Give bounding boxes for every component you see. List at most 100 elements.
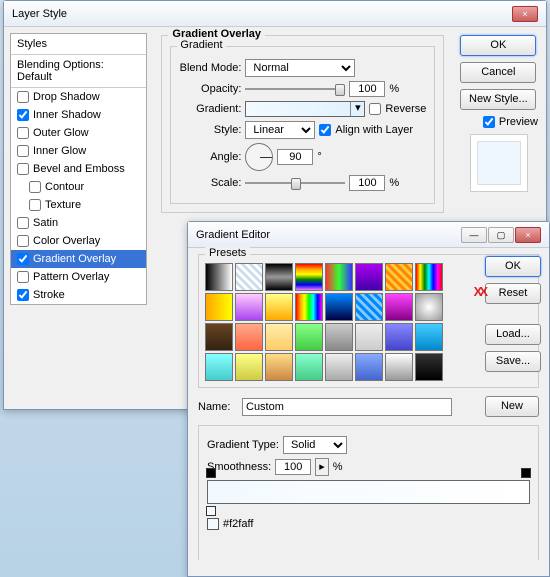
preset-swatch[interactable] (265, 263, 293, 291)
reverse-label: Reverse (385, 103, 426, 115)
scale-slider[interactable] (245, 175, 345, 191)
preset-swatch[interactable] (385, 293, 413, 321)
blend-mode-label: Blend Mode: (179, 62, 241, 74)
preset-swatch[interactable] (235, 293, 263, 321)
preset-swatch[interactable] (415, 353, 443, 381)
style-item-drop-shadow[interactable]: Drop Shadow (11, 88, 146, 106)
preset-swatch[interactable] (325, 353, 353, 381)
style-item-pattern-overlay[interactable]: Pattern Overlay (11, 268, 146, 286)
style-select[interactable]: Linear (245, 121, 315, 139)
checkbox[interactable] (17, 127, 29, 139)
checkbox[interactable] (17, 289, 29, 301)
style-item-bevel[interactable]: Bevel and Emboss (11, 160, 146, 178)
checkbox[interactable] (17, 163, 29, 175)
preset-swatch[interactable] (205, 263, 233, 291)
preset-swatch[interactable] (265, 323, 293, 351)
smoothness-value[interactable]: 100 (275, 459, 311, 475)
reset-button[interactable]: Reset (485, 283, 541, 304)
save-button[interactable]: Save... (485, 351, 541, 372)
preset-swatch[interactable] (325, 323, 353, 351)
styles-header[interactable]: Styles (11, 34, 146, 55)
blending-options[interactable]: Blending Options: Default (11, 55, 146, 88)
preset-swatch[interactable] (205, 293, 233, 321)
gradient-bar[interactable] (207, 480, 530, 504)
chevron-right-icon[interactable]: ▸ (315, 458, 329, 476)
preset-grid (205, 263, 449, 381)
opacity-value[interactable]: 100 (349, 81, 385, 97)
minimize-button[interactable]: — (461, 227, 487, 243)
preset-swatch[interactable] (415, 263, 443, 291)
preset-swatch[interactable] (295, 323, 323, 351)
load-button[interactable]: Load... (485, 324, 541, 345)
titlebar: Layer Style × (4, 1, 546, 27)
checkbox[interactable] (17, 217, 29, 229)
preset-swatch[interactable] (355, 323, 383, 351)
cancel-button[interactable]: Cancel (460, 62, 536, 83)
ok-button[interactable]: OK (460, 35, 536, 56)
reverse-checkbox[interactable] (369, 103, 381, 115)
close-button[interactable]: × (515, 227, 541, 243)
opacity-stop[interactable] (206, 468, 216, 478)
close-button[interactable]: × (512, 6, 538, 22)
blend-mode-select[interactable]: Normal (245, 59, 355, 77)
name-input[interactable] (242, 398, 452, 416)
style-item-inner-glow[interactable]: Inner Glow (11, 142, 146, 160)
checkbox[interactable] (29, 199, 41, 211)
style-item-gradient-overlay[interactable]: Gradient Overlay (11, 250, 146, 268)
checkbox[interactable] (29, 181, 41, 193)
color-stop[interactable] (206, 506, 216, 516)
preset-swatch[interactable] (295, 263, 323, 291)
checkbox[interactable] (17, 109, 29, 121)
gradient-picker[interactable]: ▾ (245, 101, 365, 117)
preset-swatch[interactable] (415, 323, 443, 351)
unit: % (333, 461, 343, 473)
preview-checkbox[interactable] (483, 116, 495, 128)
preset-swatch[interactable] (205, 353, 233, 381)
opacity-stop[interactable] (521, 468, 531, 478)
preset-swatch[interactable] (415, 293, 443, 321)
styles-list: Styles Blending Options: Default Drop Sh… (10, 33, 147, 305)
style-item-satin[interactable]: Satin (11, 214, 146, 232)
preview-label: Preview (499, 116, 538, 128)
ok-button[interactable]: OK (485, 256, 541, 277)
preset-swatch[interactable] (325, 293, 353, 321)
checkbox[interactable] (17, 271, 29, 283)
preset-swatch[interactable] (205, 323, 233, 351)
color-swatch-icon (207, 518, 219, 530)
preset-swatch[interactable] (265, 353, 293, 381)
angle-value[interactable]: 90 (277, 149, 313, 165)
align-checkbox[interactable] (319, 124, 331, 136)
style-item-inner-shadow[interactable]: Inner Shadow (11, 106, 146, 124)
gradient-type-select[interactable]: Solid (283, 436, 347, 454)
preset-swatch[interactable] (355, 353, 383, 381)
checkbox[interactable] (17, 253, 29, 265)
preset-swatch[interactable] (355, 263, 383, 291)
preset-swatch[interactable] (235, 353, 263, 381)
checkbox[interactable] (17, 91, 29, 103)
maximize-button[interactable]: ▢ (488, 227, 514, 243)
angle-dial[interactable] (245, 143, 273, 171)
style-item-contour[interactable]: Contour (11, 178, 146, 196)
preset-swatch[interactable] (385, 353, 413, 381)
scale-value[interactable]: 100 (349, 175, 385, 191)
checkbox[interactable] (17, 235, 29, 247)
opacity-label: Opacity: (179, 83, 241, 95)
style-item-outer-glow[interactable]: Outer Glow (11, 124, 146, 142)
preset-swatch[interactable] (355, 293, 383, 321)
preset-swatch[interactable] (295, 353, 323, 381)
preset-swatch[interactable] (295, 293, 323, 321)
opacity-slider[interactable] (245, 81, 345, 97)
chevron-down-icon[interactable]: ▾ (350, 102, 364, 116)
preset-swatch[interactable] (235, 323, 263, 351)
preset-swatch[interactable] (385, 323, 413, 351)
style-item-color-overlay[interactable]: Color Overlay (11, 232, 146, 250)
style-item-texture[interactable]: Texture (11, 196, 146, 214)
preset-swatch[interactable] (235, 263, 263, 291)
style-item-stroke[interactable]: Stroke (11, 286, 146, 304)
preset-swatch[interactable] (265, 293, 293, 321)
new-button[interactable]: New (485, 396, 539, 417)
preset-swatch[interactable] (325, 263, 353, 291)
checkbox[interactable] (17, 145, 29, 157)
preset-swatch[interactable] (385, 263, 413, 291)
new-style-button[interactable]: New Style... (460, 89, 536, 110)
